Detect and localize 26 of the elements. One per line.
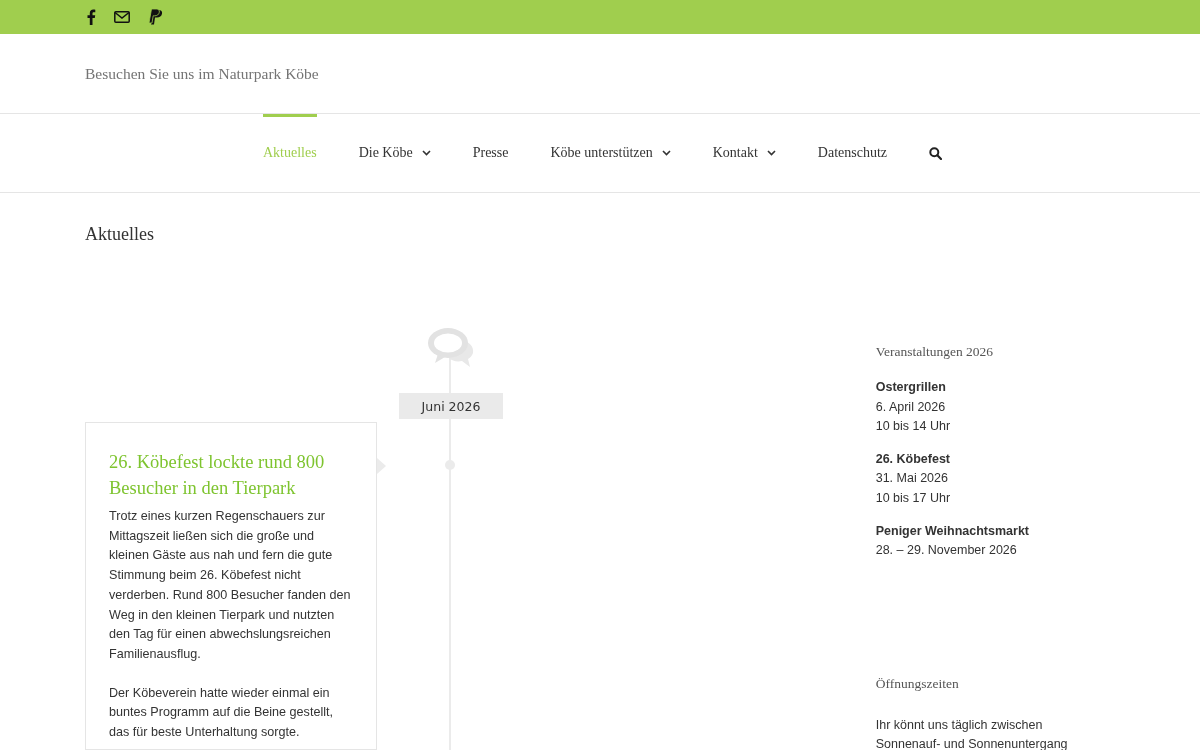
paypal-icon[interactable] (148, 9, 163, 25)
search-icon[interactable] (929, 146, 943, 160)
speech-bubbles-icon (426, 326, 476, 370)
nav-link[interactable]: Köbe unterstützen (550, 114, 671, 192)
event-detail: 6. April 2026 (875, 398, 947, 416)
event-detail: 10 bis 17 Uhr (875, 489, 952, 507)
nav-link[interactable]: Presse (472, 114, 509, 192)
post-paragraph: Trotz eines kurzen Regenschauers zur Mittagszeit ließen sich die große und kleinen Gäste aus nah und fern die gute Stimmung beim 26. Köbefest nicht verderben. Rund 800 Besucher fanden den Weg in den kleinen Tierpark und nutzten den Tag für einen abwechslungsreichen Familienausflug. (109, 508, 352, 663)
opening-hours-text: Ihr könnt uns täglich zwischen Sonnenauf- und Sonnenuntergang (875, 716, 1069, 750)
widget-heading: Veranstaltungen 2026 (875, 344, 995, 360)
nav-link[interactable]: Kontakt (712, 114, 776, 192)
event-detail: 31. Mai 2026 (875, 470, 949, 488)
mail-icon[interactable] (114, 11, 130, 23)
site-tagline: Besuchen Sie uns im Naturpark Köbe (85, 64, 319, 83)
date-label: Juni 2026 (399, 393, 503, 419)
page-title: Aktuelles (85, 223, 155, 245)
event-name: 26. Köbefest (875, 450, 952, 468)
widget-heading: Öffnungszeiten (875, 675, 960, 692)
event-name: Peniger Weihnachtsmarkt (875, 522, 1030, 540)
post-paragraph: Der Köbeverein hatte wieder einmal ein buntes Programm auf die Beine gestellt, das für beste Unterhaltung sorgte. (109, 684, 334, 742)
event-name: Ostergrillen (875, 379, 947, 396)
facebook-icon[interactable] (86, 9, 96, 25)
event-detail: 10 bis 14 Uhr (875, 418, 952, 436)
nav-link[interactable]: Datenschutz (817, 114, 888, 192)
event-detail: 28. – 29. November 2026 (875, 542, 1018, 560)
nav-link[interactable]: Die Köbe (358, 114, 431, 192)
